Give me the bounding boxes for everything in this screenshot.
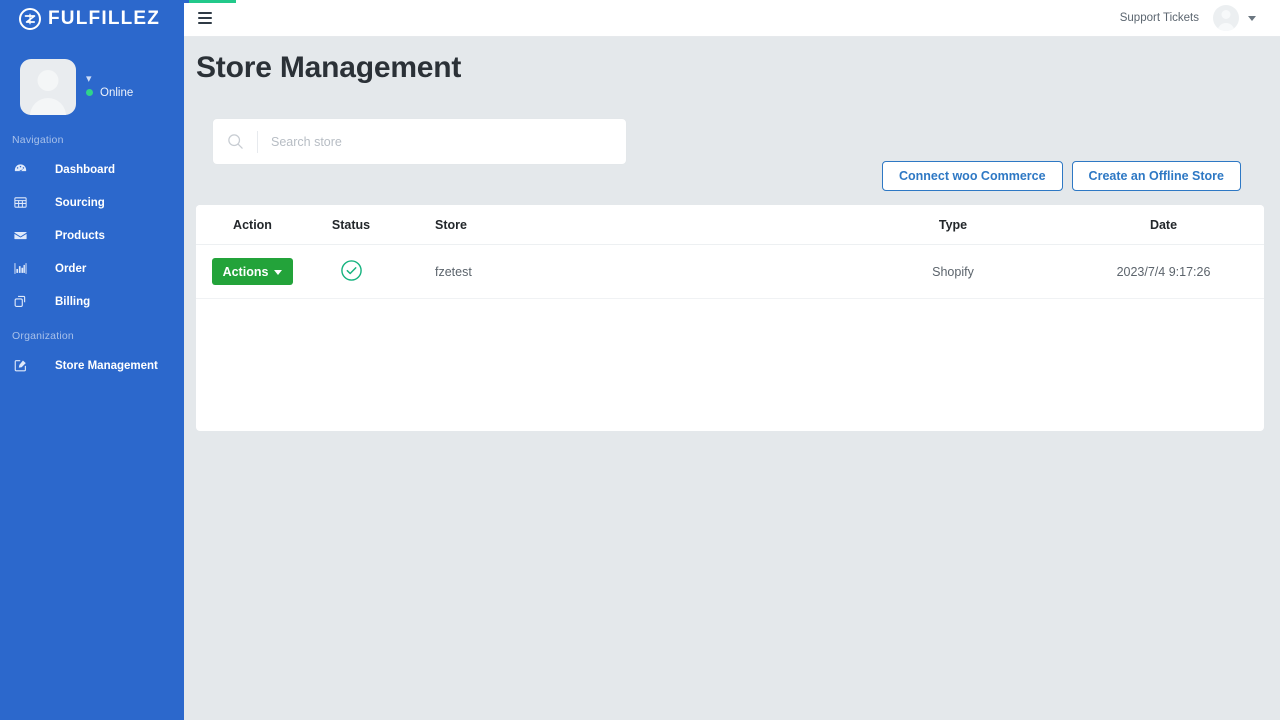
column-header-store: Store: [393, 205, 653, 245]
nav-section-title-navigation: Navigation: [12, 134, 64, 146]
store-table: Action Status Store Type Date Actions fz…: [196, 205, 1264, 299]
table-row[interactable]: Actions fzetest Shopify 2023/7/4 9:17:26: [196, 244, 1264, 299]
connect-woo-commerce-button[interactable]: Connect woo Commerce: [881, 161, 1063, 191]
status-line: Online: [86, 87, 133, 99]
sidebar-item-label: Store Management: [55, 359, 158, 372]
copy-layers-icon: [13, 294, 32, 309]
sidebar-item-label: Billing: [55, 295, 91, 308]
chevron-down-icon[interactable]: ▾: [86, 73, 133, 84]
chevron-down-icon: [274, 269, 283, 275]
status-dot-icon: [86, 89, 93, 96]
sidebar-item-label: Sourcing: [55, 196, 105, 209]
cell-spacer: [653, 244, 843, 299]
search-input[interactable]: [258, 134, 626, 149]
page-load-progress-bar: [184, 0, 236, 3]
top-bar: Support Tickets: [184, 0, 1280, 37]
cell-action: Actions: [196, 244, 309, 299]
nav-section-title-organization: Organization: [12, 330, 74, 342]
grid-table-icon: [13, 195, 32, 210]
cell-store: fzetest: [393, 244, 653, 299]
user-avatar-placeholder-icon: [20, 59, 76, 115]
support-tickets-link[interactable]: Support Tickets: [1120, 12, 1199, 24]
sidebar-item-order[interactable]: Order: [0, 252, 184, 285]
sidebar-profile[interactable]: ▾ Online: [0, 37, 184, 122]
edit-square-icon: [13, 358, 32, 373]
sidebar-item-sourcing[interactable]: Sourcing: [0, 186, 184, 219]
search-box[interactable]: [212, 118, 627, 165]
brand-name: FULFILLEZ: [48, 7, 161, 29]
create-offline-store-button[interactable]: Create an Offline Store: [1071, 161, 1241, 191]
profile-meta: ▾ Online: [86, 73, 133, 101]
cell-date: 2023/7/4 9:17:26: [1063, 244, 1264, 299]
top-bar-right: Support Tickets: [1120, 5, 1280, 31]
column-header-status: Status: [309, 205, 393, 245]
page-title: Store Management: [196, 51, 462, 84]
store-table-card: Action Status Store Type Date Actions fz…: [196, 205, 1264, 431]
table-header-row: Action Status Store Type Date: [196, 205, 1264, 245]
column-header-spacer: [653, 205, 843, 245]
table-body: Actions fzetest Shopify 2023/7/4 9:17:26: [196, 244, 1264, 299]
column-header-date: Date: [1063, 205, 1264, 245]
sidebar-item-label: Products: [55, 229, 105, 242]
status-label: Online: [100, 86, 134, 99]
circle-z-logo-icon: [19, 7, 41, 30]
envelope-icon: [13, 228, 32, 243]
cell-type: Shopify: [843, 244, 1063, 299]
main-content: Store Management Connect woo Commerce Cr…: [184, 37, 1280, 720]
column-header-action: Action: [196, 205, 309, 245]
search-icon: [213, 132, 257, 151]
column-header-type: Type: [843, 205, 1063, 245]
bar-chart-icon: [13, 261, 32, 276]
sidebar-item-store-management[interactable]: Store Management: [0, 349, 184, 382]
action-buttons: Connect woo Commerce Create an Offline S…: [881, 161, 1241, 191]
speedometer-icon: [13, 162, 32, 177]
brand-logo[interactable]: FULFILLEZ: [0, 0, 184, 37]
sidebar-item-label: Dashboard: [55, 163, 116, 176]
sidebar-item-label: Order: [55, 262, 87, 275]
cell-status: [309, 244, 393, 299]
actions-button-label: Actions: [222, 264, 269, 279]
hamburger-menu-icon[interactable]: [198, 12, 212, 24]
sidebar-item-products[interactable]: Products: [0, 219, 184, 252]
table-head: Action Status Store Type Date: [196, 205, 1264, 245]
sidebar-item-dashboard[interactable]: Dashboard: [0, 153, 184, 186]
avatar: [1213, 5, 1239, 31]
user-menu[interactable]: [1213, 5, 1256, 31]
circle-check-icon: [340, 259, 363, 282]
sidebar-item-billing[interactable]: Billing: [0, 285, 184, 318]
actions-dropdown-button[interactable]: Actions: [211, 258, 294, 285]
caret-down-icon[interactable]: [1248, 15, 1256, 21]
sidebar: FULFILLEZ ▾ Online Navigation Dashboard: [0, 0, 184, 720]
